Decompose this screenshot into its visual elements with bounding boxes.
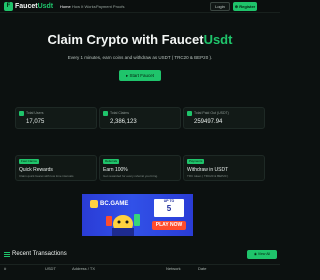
start-faucet-button[interactable]: ▸ Start Faucet bbox=[119, 70, 161, 81]
feature-card-referrals: Referrals Earn 100% Get rewarded for eve… bbox=[99, 155, 181, 181]
stat-card-total-paid: Total Paid Out (USDT) 259497.94 bbox=[183, 107, 265, 129]
feature-card-fast-claims: Fast Claims Quick Rewards Claim quick fa… bbox=[15, 155, 97, 181]
feature-title: Withdraw in USDT bbox=[187, 167, 229, 173]
brand-name[interactable]: FaucetUsdt bbox=[15, 2, 53, 11]
feature-badge: Fast Claims bbox=[19, 159, 39, 164]
column-header-address: Address / TX bbox=[72, 266, 96, 271]
view-all-label: View All bbox=[257, 252, 271, 256]
list-icon bbox=[4, 252, 10, 257]
ad-mascot-icon bbox=[106, 214, 140, 236]
nav-link-home[interactable]: Home bbox=[60, 3, 71, 10]
column-header-usdt: USDT bbox=[45, 266, 56, 271]
feature-title: Earn 100% bbox=[103, 167, 128, 173]
ad-upto-line2: 5 bbox=[166, 204, 172, 213]
hero-title: Claim Crypto with FaucetUsdt bbox=[0, 32, 280, 48]
stat-card-total-users: Total Users 17,075 bbox=[15, 107, 97, 129]
feature-desc: Claim quick faucet with low time interva… bbox=[19, 174, 74, 178]
column-header-date: Date bbox=[198, 266, 207, 271]
nav-link-how-it-works[interactable]: How It Works bbox=[72, 3, 96, 10]
stat-label: Total Users bbox=[26, 111, 44, 115]
stat-card-total-claims: Total Claims 2,386,123 bbox=[99, 107, 181, 129]
feature-badge: Referrals bbox=[103, 159, 120, 164]
table-divider bbox=[0, 264, 280, 265]
brand-main: Faucet bbox=[15, 3, 38, 10]
feature-card-payments: Payments Withdraw in USDT TRC token ( TR… bbox=[183, 155, 265, 181]
top-navbar: F FaucetUsdt Home How It Works Payment P… bbox=[0, 0, 280, 13]
stat-label: Total Paid Out (USDT) bbox=[194, 111, 229, 115]
ad-logo-text: BC.GAME bbox=[100, 201, 129, 207]
login-button[interactable]: Login bbox=[210, 2, 230, 11]
hero-title-accent: Usdt bbox=[203, 32, 233, 47]
stat-label: Total Claims bbox=[110, 111, 130, 115]
transactions-title: Recent Transactions bbox=[12, 251, 67, 257]
stat-value: 259497.94 bbox=[194, 119, 223, 125]
stat-value: 2,386,123 bbox=[110, 119, 137, 125]
logo-icon[interactable]: F bbox=[4, 2, 13, 11]
ad-banner[interactable]: BC.GAME UP TO 5 PLAY NOW bbox=[82, 194, 193, 236]
ad-upto-box: UP TO 5 bbox=[154, 199, 184, 217]
play-now-button[interactable]: PLAY NOW bbox=[152, 221, 186, 230]
feature-desc: Get rewarded for every referral you brin… bbox=[103, 174, 159, 178]
ad-logo-icon bbox=[90, 200, 98, 208]
nav-link-payment-proofs[interactable]: Payment Proofs bbox=[96, 3, 124, 10]
hero-subtitle: Every 1 minutes, earn coins and withdraw… bbox=[67, 55, 213, 60]
dollar-icon bbox=[187, 111, 192, 116]
column-header-index: # bbox=[4, 266, 7, 271]
feature-badge: Payments bbox=[187, 159, 205, 164]
users-icon bbox=[19, 111, 24, 116]
register-button[interactable]: ⊕ Register bbox=[233, 2, 257, 11]
brand-accent: Usdt bbox=[37, 3, 54, 10]
column-header-network: Network bbox=[166, 266, 181, 271]
view-all-button[interactable]: ◉ View All bbox=[247, 250, 277, 259]
ad-logo: BC.GAME bbox=[90, 200, 130, 208]
feature-desc: TRC token ( TRC20 & BEP20 ) bbox=[187, 174, 229, 178]
stat-value: 17,075 bbox=[26, 119, 45, 125]
start-faucet-label: Start Faucet bbox=[129, 73, 155, 78]
hero-title-main: Claim Crypto with Faucet bbox=[47, 32, 204, 47]
claims-icon bbox=[103, 111, 108, 116]
register-label: Register bbox=[239, 4, 256, 9]
feature-title: Quick Rewards bbox=[19, 167, 53, 173]
